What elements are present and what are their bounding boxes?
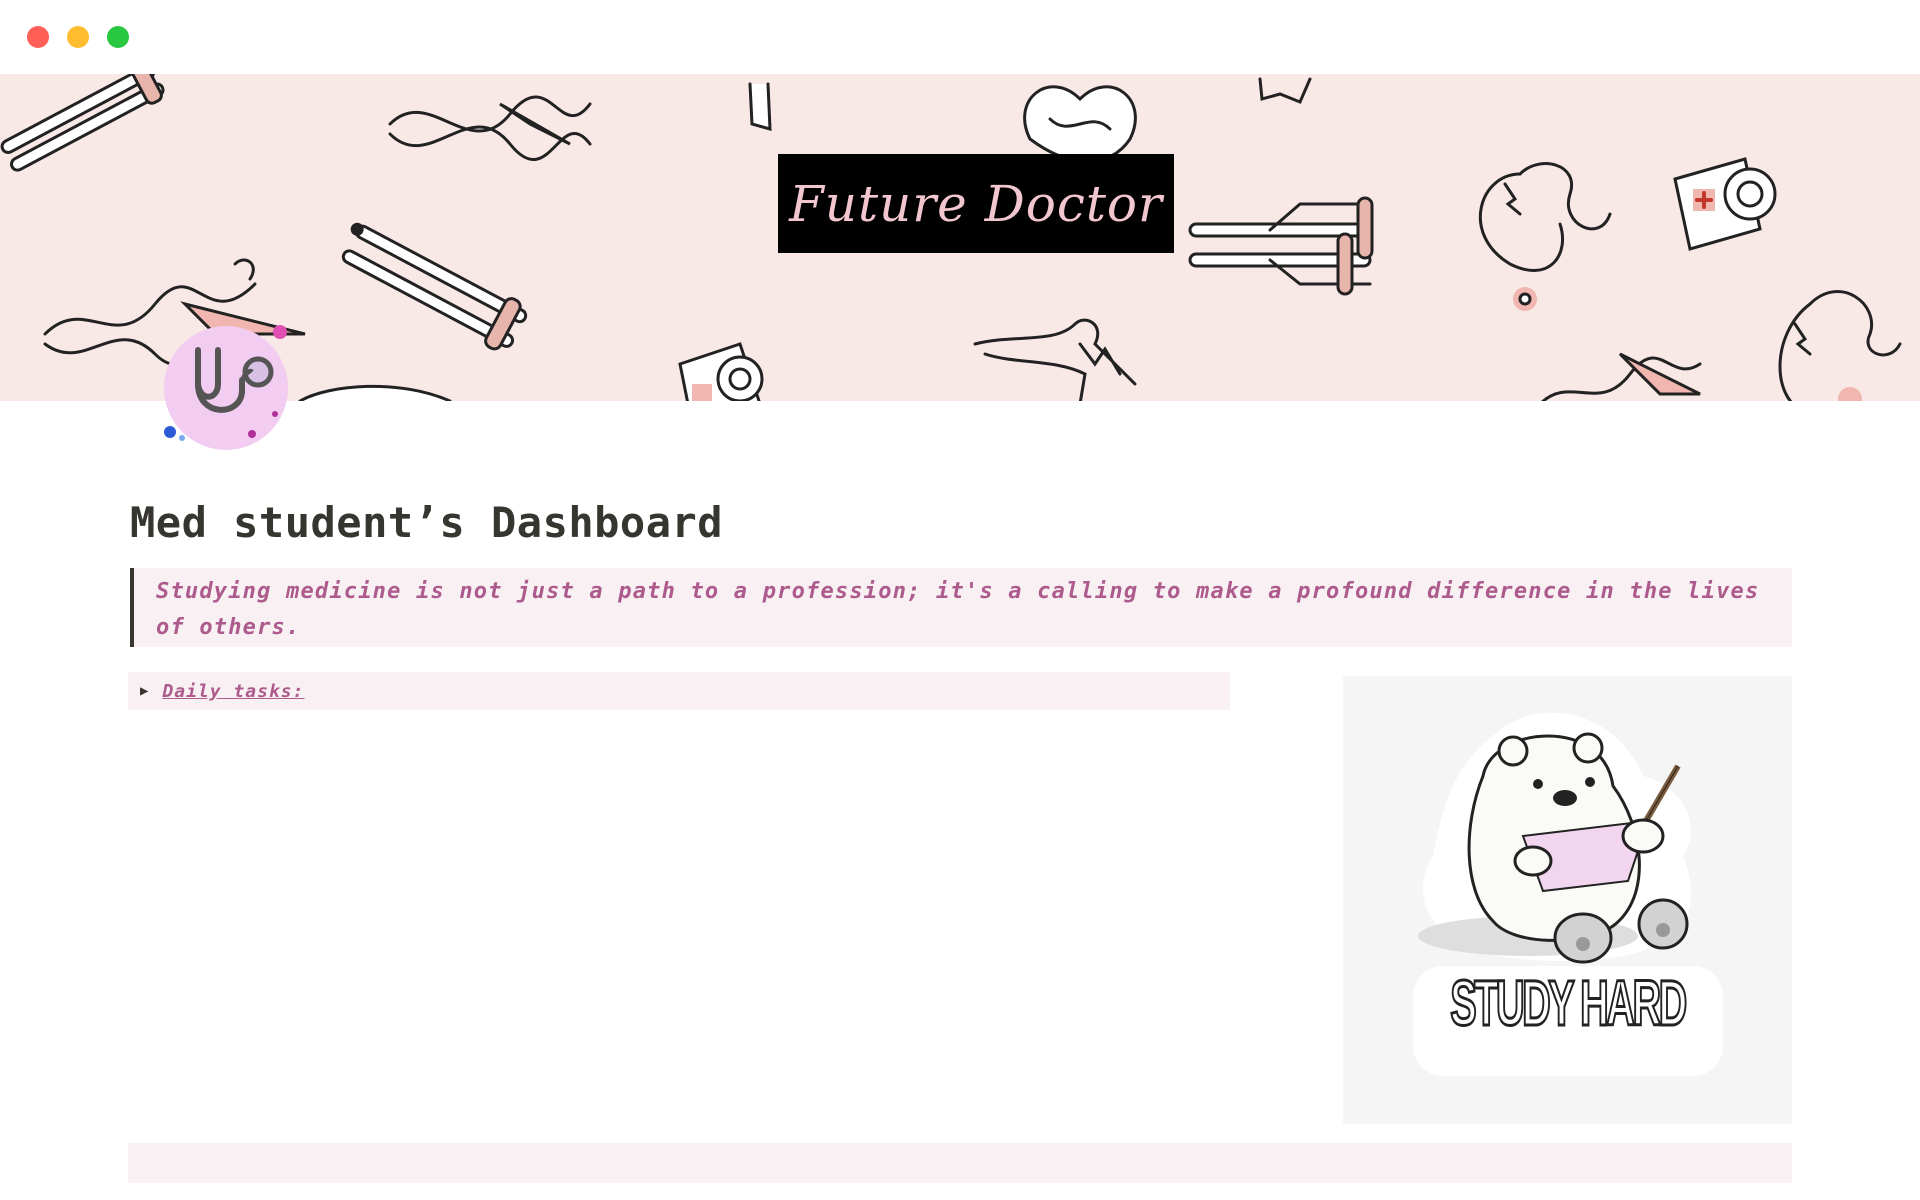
stethoscope-icon	[1479, 162, 1612, 311]
crutches-icon	[1188, 196, 1374, 296]
sticker-text: STUDY HARD	[1449, 966, 1688, 1041]
bandage-roll-icon	[1673, 157, 1777, 251]
cover-title: Future Doctor	[789, 174, 1163, 233]
study-hard-sticker-image[interactable]: STUDY HARD	[1343, 676, 1792, 1124]
polar-bear-writing-icon	[1413, 712, 1723, 1076]
minimize-window-button[interactable]	[67, 26, 89, 48]
toggle-arrow-icon[interactable]: ▶	[140, 683, 148, 699]
crutches-icon	[0, 74, 165, 172]
maximize-window-button[interactable]	[107, 26, 129, 48]
caduceus-icon	[1541, 352, 1702, 401]
page-title: Med student’s Dashboard	[130, 498, 724, 547]
quote-block: Studying medicine is not just a path to …	[130, 568, 1792, 647]
crutches-icon	[341, 222, 528, 351]
bone-icon	[973, 318, 1137, 401]
toggle-label[interactable]: Daily tasks:	[162, 681, 304, 702]
tube-icon	[748, 82, 772, 131]
window-titlebar	[0, 0, 1920, 74]
daily-tasks-toggle[interactable]: ▶ Daily tasks:	[128, 672, 1230, 710]
page-stethoscope-icon[interactable]	[160, 322, 292, 454]
bone-icon	[1258, 77, 1312, 104]
cover-title-banner: Future Doctor	[778, 154, 1174, 253]
footer-block[interactable]	[128, 1143, 1792, 1183]
stethoscope-icon	[1778, 290, 1902, 401]
heart-icon	[1023, 85, 1137, 163]
caduceus-icon	[388, 95, 592, 161]
close-window-button[interactable]	[27, 26, 49, 48]
teeth-icon	[298, 384, 452, 401]
bandage-roll-icon	[678, 342, 764, 401]
